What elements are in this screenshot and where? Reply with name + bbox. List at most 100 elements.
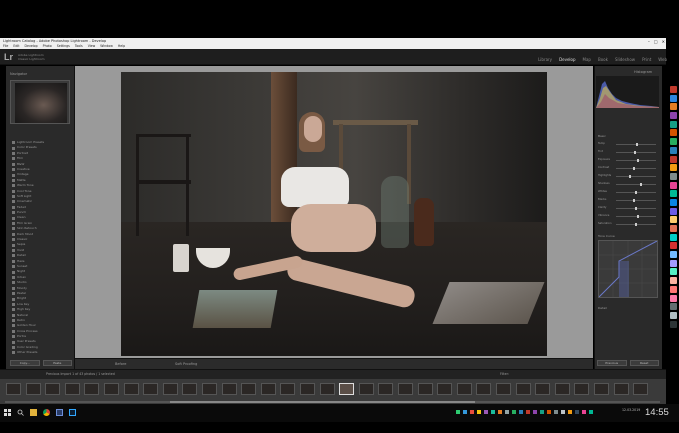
tray-icon[interactable] <box>575 410 579 414</box>
slider-track[interactable] <box>616 207 656 210</box>
desktop-shortcut-icon[interactable] <box>670 294 677 302</box>
filmstrip-scrollbar[interactable] <box>5 401 660 403</box>
tray-icon[interactable] <box>477 410 481 414</box>
tray-icon[interactable] <box>470 410 474 414</box>
reset-button[interactable]: Reset <box>629 360 659 366</box>
tray-icon[interactable] <box>589 410 593 414</box>
previous-button[interactable]: Previous <box>597 360 627 366</box>
search-icon[interactable] <box>17 409 24 416</box>
filmstrip-thumb[interactable] <box>221 383 237 395</box>
desktop-shortcut-icon[interactable] <box>670 311 677 319</box>
detail-panel-label[interactable]: Detail <box>598 306 607 310</box>
tray-icon[interactable] <box>540 410 544 414</box>
paste-button[interactable]: Paste <box>42 360 72 366</box>
slider-track[interactable] <box>616 151 656 154</box>
module-map[interactable]: Map <box>583 57 591 62</box>
tray-icon[interactable] <box>519 410 523 414</box>
slider-track[interactable] <box>616 175 656 178</box>
filmstrip-thumb[interactable] <box>398 383 413 395</box>
photoshop-icon[interactable] <box>69 409 76 416</box>
tray-icon[interactable] <box>554 410 558 414</box>
tray-icon[interactable] <box>491 410 495 414</box>
desktop-shortcut-icon[interactable] <box>670 172 677 180</box>
slider-knob[interactable] <box>637 215 640 218</box>
desktop-shortcut-icon[interactable] <box>670 146 677 154</box>
module-book[interactable]: Book <box>598 57 608 62</box>
navigator-label[interactable]: Navigator <box>10 72 27 76</box>
tray-icon[interactable] <box>561 410 565 414</box>
tone-curve-label[interactable]: Tone Curve <box>598 234 615 238</box>
filmstrip-thumb[interactable] <box>378 383 394 395</box>
desktop-shortcut-icon[interactable] <box>670 155 677 163</box>
tray-icon[interactable] <box>505 410 509 414</box>
filmstrip-thumb[interactable] <box>476 383 492 395</box>
filmstrip-thumb-selected[interactable] <box>339 383 355 395</box>
desktop-shortcut-icon[interactable] <box>670 94 677 102</box>
tray-icon[interactable] <box>568 410 572 414</box>
filmstrip-thumb[interactable] <box>202 383 217 395</box>
slider-knob[interactable] <box>635 191 637 194</box>
slider-knob[interactable] <box>635 143 638 146</box>
module-print[interactable]: Print <box>642 57 651 62</box>
close-button[interactable]: ✕ <box>662 39 665 44</box>
filmstrip-thumb[interactable] <box>104 383 119 395</box>
slider-knob[interactable] <box>639 183 642 186</box>
filmstrip-thumb[interactable] <box>535 383 551 395</box>
main-photo[interactable] <box>121 72 547 356</box>
desktop-shortcut-icon[interactable] <box>670 207 677 215</box>
filmstrip-thumb[interactable] <box>260 383 276 395</box>
desktop-shortcut-icon[interactable] <box>670 233 677 241</box>
taskbar-clock[interactable]: 14:55 <box>645 407 669 418</box>
before-after-label[interactable]: Before <box>115 362 126 366</box>
slider-track[interactable] <box>616 215 656 218</box>
filmstrip-source[interactable]: Previous Import 1 of 43 photos / 1 selec… <box>46 372 115 376</box>
desktop-shortcut-icon[interactable] <box>670 164 677 172</box>
slider-knob[interactable] <box>635 207 637 210</box>
slider-track[interactable] <box>616 143 656 146</box>
filmstrip-thumb[interactable] <box>143 383 159 395</box>
desktop-shortcut-icon[interactable] <box>670 277 677 285</box>
desktop-shortcut-icon[interactable] <box>670 225 677 232</box>
desktop-shortcut-icon[interactable] <box>670 129 677 137</box>
module-library[interactable]: Library <box>538 57 552 62</box>
filmstrip-thumb[interactable] <box>123 383 139 395</box>
desktop-shortcut-icon[interactable] <box>670 285 677 293</box>
slider-track[interactable] <box>616 167 656 170</box>
tray-icon[interactable] <box>533 410 537 414</box>
filmstrip-thumb[interactable] <box>554 383 570 395</box>
filmstrip-thumb[interactable] <box>456 383 472 395</box>
filmstrip-thumb[interactable] <box>6 383 21 395</box>
tray-icon[interactable] <box>526 410 530 414</box>
tray-icon[interactable] <box>498 410 502 414</box>
tray-icon[interactable] <box>547 410 551 414</box>
module-develop[interactable]: Develop <box>559 57 575 62</box>
filmstrip-thumb[interactable] <box>574 383 590 395</box>
desktop-shortcut-icon[interactable] <box>670 320 677 328</box>
tray-icon[interactable] <box>484 410 488 414</box>
filmstrip-thumb[interactable] <box>182 383 198 395</box>
filmstrip-thumb[interactable] <box>437 383 453 395</box>
slider-knob[interactable] <box>629 175 632 178</box>
tray-icon[interactable] <box>463 410 467 414</box>
desktop-shortcut-icon[interactable] <box>670 103 677 111</box>
desktop-shortcut-icon[interactable] <box>670 198 677 206</box>
filmstrip-thumb[interactable] <box>241 383 257 395</box>
slider-track[interactable] <box>616 191 656 194</box>
filmstrip-thumb[interactable] <box>358 383 374 395</box>
slider-knob[interactable] <box>633 167 636 170</box>
chrome-icon[interactable] <box>43 409 50 416</box>
navigator-preview[interactable] <box>10 80 70 124</box>
basic-panel-label[interactable]: Basic <box>598 134 606 138</box>
windows-icon[interactable] <box>4 409 11 416</box>
tray-icon[interactable] <box>512 410 516 414</box>
filter-label[interactable]: Filter: <box>500 372 509 376</box>
desktop-shortcut-icon[interactable] <box>670 303 677 311</box>
filmstrip-thumb[interactable] <box>300 383 315 395</box>
slider-track[interactable] <box>616 223 656 226</box>
tray-icon[interactable] <box>456 410 460 414</box>
explorer-icon[interactable] <box>30 409 37 416</box>
histogram-label[interactable]: Histogram <box>634 70 652 74</box>
desktop-shortcut-icon[interactable] <box>670 190 677 198</box>
filmstrip-thumb[interactable] <box>417 383 433 395</box>
slider-knob[interactable] <box>636 159 639 162</box>
